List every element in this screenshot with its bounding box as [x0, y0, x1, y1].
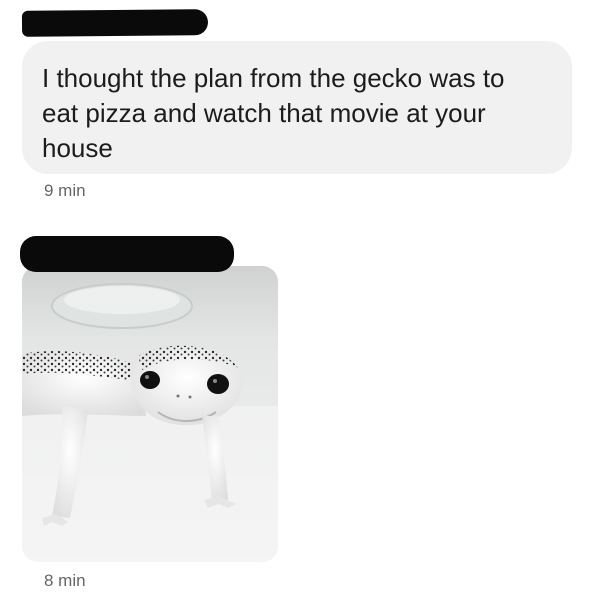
- image-timestamp: 8 min: [44, 571, 86, 590]
- gecko-photo[interactable]: [22, 266, 278, 562]
- redacted-sender-name: [20, 236, 234, 272]
- conversation: I thought the plan from the gecko was to…: [0, 0, 600, 606]
- message-timestamp: 9 min: [44, 181, 86, 200]
- message-bubble[interactable]: I thought the plan from the gecko was to…: [22, 41, 572, 174]
- redacted-sender-name: [21, 9, 209, 37]
- message-text: I thought the plan from the gecko was to…: [42, 63, 505, 163]
